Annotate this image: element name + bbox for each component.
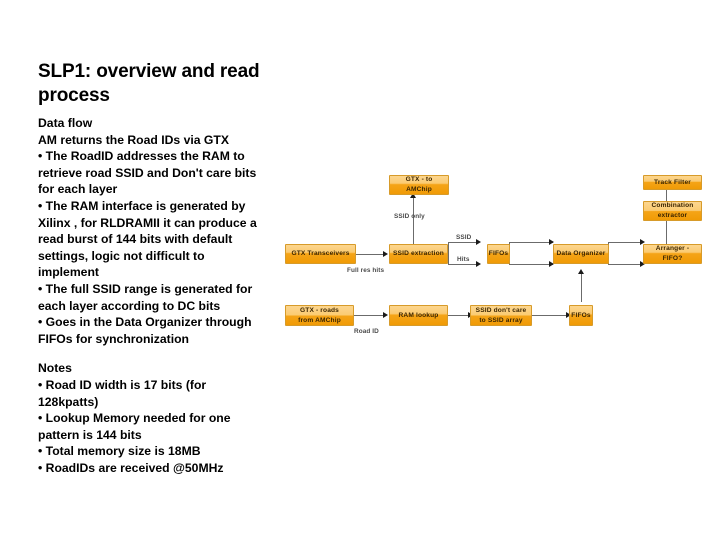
node-ram-lookup[interactable]: RAM lookup	[389, 305, 448, 326]
node-track-filter-label: Track Filter	[654, 178, 691, 186]
node-combination-extractor-label-line2: extractor	[657, 212, 688, 219]
page-title: SLP1: overview and read process	[38, 61, 260, 106]
connector-fifos-to-organizer-upper	[509, 242, 553, 243]
notes-bullet-road-id-width: • Road ID width is 17 bits (for 128kpatt…	[38, 377, 207, 409]
connector-gtxroads-to-ramlookup	[354, 315, 385, 316]
notes-bullet-lookup-memory: • Lookup Memory needed for one pattern i…	[38, 411, 231, 442]
node-ssid-dont-care-label-line2: to SSID array	[479, 316, 523, 324]
edge-label-ssid-only: SSID only	[394, 213, 425, 220]
edge-label-ssid: SSID	[456, 234, 472, 241]
edge-label-road-id: Road ID	[354, 328, 379, 335]
body-line-data-flow: Data flow	[38, 116, 93, 130]
node-fifos-bottom[interactable]: FIFOs	[569, 305, 593, 326]
connector-fifos-bottom-to-organizer	[581, 273, 582, 302]
node-gtx-roads-from-amchip[interactable]: GTX - roads from AMChip	[285, 305, 354, 326]
node-gtx-to-amchip-label: GTX - to AMChip	[405, 176, 433, 193]
body-bullet-data-organizer: • Goes in the Data Organizer through FIF…	[38, 315, 252, 346]
body-text-column: Data flow AM returns the Road IDs via GT…	[38, 115, 264, 476]
notes-heading: Notes	[38, 361, 72, 376]
slide-canvas: SLP1: overview and read process Data flo…	[0, 0, 720, 540]
connector-organizer-to-arranger-lower	[608, 264, 643, 265]
node-combination-extractor-label-line1: Combination	[651, 202, 694, 210]
node-gtx-roads-label-line1: GTX - roads	[299, 306, 340, 314]
edge-label-hits: Hits	[457, 256, 470, 263]
body-notes-spacer	[38, 347, 264, 360]
node-track-filter[interactable]: Track Filter	[643, 175, 702, 190]
connector-transceivers-to-extraction	[356, 254, 385, 255]
node-combination-extractor[interactable]: Combination extractor	[643, 201, 702, 221]
connector-ssiddontcare-to-fifos-bottom	[532, 315, 568, 316]
notes-bullet-roadids-rate: • RoadIDs are received @50MHz	[38, 460, 224, 475]
connector-fifos-to-organizer-lower	[509, 264, 553, 265]
node-ram-lookup-label: RAM lookup	[398, 311, 439, 319]
node-gtx-transceivers-label: GTX Transceivers	[291, 250, 350, 258]
node-data-organizer-label: Data Organizer	[556, 250, 606, 258]
node-fifos-top[interactable]: FIFOs	[487, 244, 510, 264]
node-ssid-extraction[interactable]: SSID extraction	[389, 244, 448, 264]
body-line-am-returns: AM returns the Road IDs via GTX	[38, 132, 229, 147]
connector-extraction-to-gtx-amchip	[413, 197, 414, 249]
connector-hits-branch	[448, 264, 478, 265]
notes-bullet-total-memory: • Total memory size is 18MB	[38, 444, 201, 459]
node-arranger-fifo[interactable]: Arranger - FIFO?	[643, 244, 702, 264]
body-bullet-roadid-ram: • The RoadID addresses the RAM to retrie…	[38, 149, 257, 197]
dataflow-diagram: GTX - to AMChip GTX Transceivers SSID ex…	[276, 160, 706, 350]
arrowhead-fifos-bottom-to-organizer	[578, 269, 584, 274]
node-fifos-bottom-label: FIFOs	[571, 311, 591, 319]
node-gtx-to-amchip[interactable]: GTX - to AMChip	[389, 175, 449, 195]
connector-extraction-split-vertical	[448, 242, 449, 264]
node-gtx-transceivers[interactable]: GTX Transceivers	[285, 244, 356, 264]
connector-ssid-branch	[448, 242, 478, 243]
body-bullet-ssid-range: • The full SSID range is generated for e…	[38, 281, 253, 313]
arrowhead-transceivers-to-extraction	[383, 251, 388, 257]
body-bullet-ram-interface: • The RAM interface is generated by Xili…	[38, 198, 257, 280]
arrowhead-gtxroads-to-ramlookup	[383, 312, 388, 318]
node-arranger-fifo-label: Arranger - FIFO?	[655, 245, 690, 262]
node-fifos-top-label: FIFOs	[488, 250, 509, 258]
arrowhead-hits-branch	[476, 261, 481, 267]
node-gtx-roads-label-line2: from AMChip	[298, 316, 341, 324]
node-ssid-dont-care-to-ssid-array[interactable]: SSID don't care to SSID array	[470, 305, 532, 326]
node-data-organizer[interactable]: Data Organizer	[553, 244, 609, 264]
node-ssid-extraction-label: SSID extraction	[393, 250, 444, 258]
connector-ramlookup-to-ssiddontcare	[448, 315, 470, 316]
connector-organizer-to-arranger-upper	[608, 242, 643, 243]
arrowhead-ssid-branch	[476, 239, 481, 245]
node-ssid-dont-care-label-line1: SSID don't care	[475, 306, 527, 314]
edge-label-full-res-hits: Full res hits	[347, 267, 385, 274]
